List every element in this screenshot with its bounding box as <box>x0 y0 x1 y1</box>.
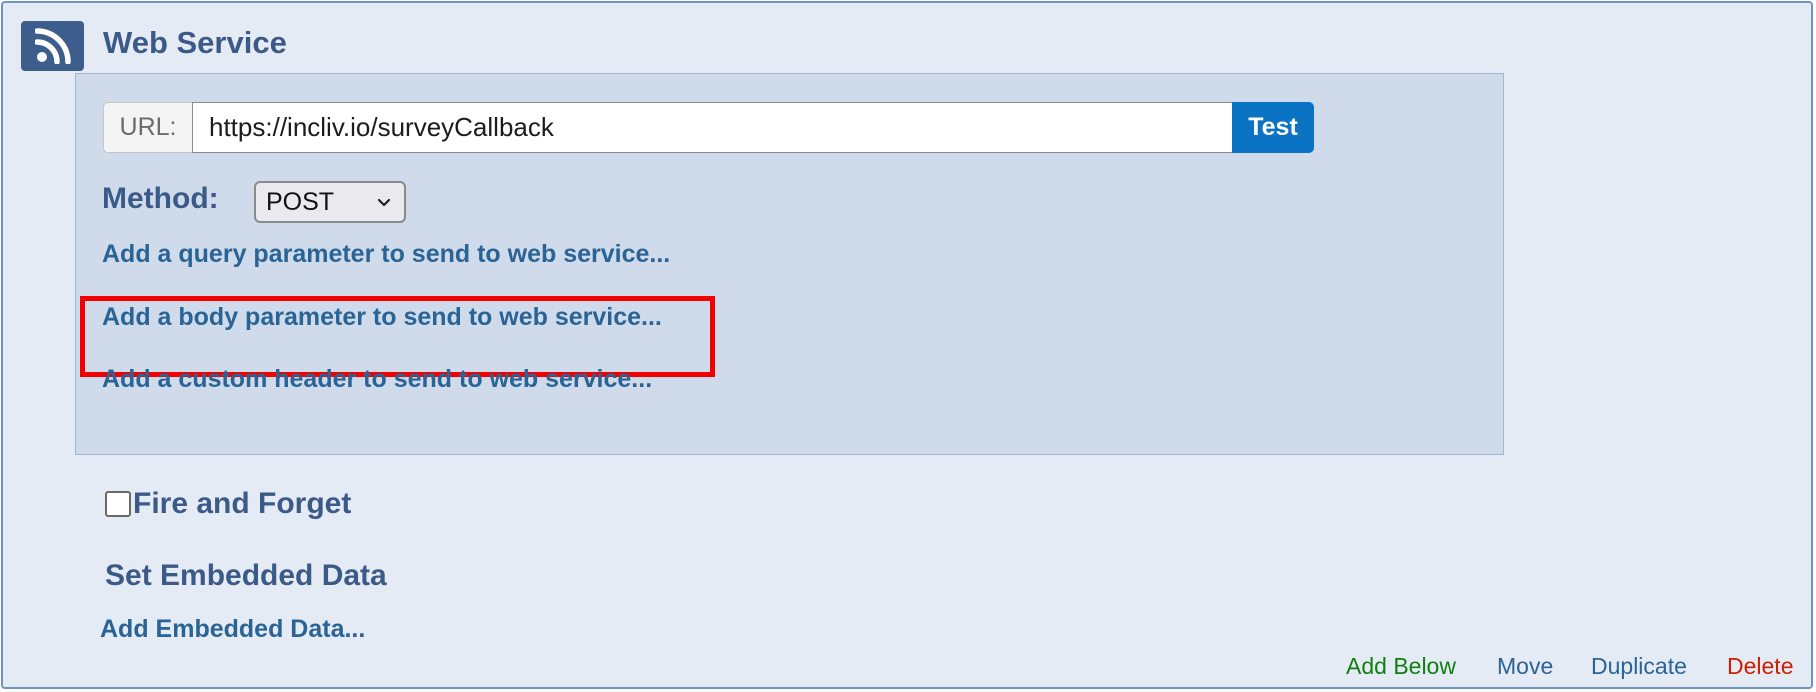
page-title: Web Service <box>103 25 287 60</box>
embedded-data-title: Set Embedded Data <box>105 559 387 592</box>
fire-and-forget-label[interactable]: Fire and Forget <box>133 487 351 521</box>
method-selected-value: POST <box>266 187 335 216</box>
fire-and-forget-checkbox[interactable] <box>105 491 131 517</box>
duplicate-link[interactable]: Duplicate <box>1591 653 1687 680</box>
add-body-parameter-link[interactable]: Add a body parameter to send to web serv… <box>102 303 662 332</box>
chevron-down-icon <box>377 198 391 207</box>
method-select[interactable]: POST <box>254 181 406 223</box>
web-service-settings-panel: URL: Test Method: POST Add a query param… <box>75 73 1504 455</box>
rss-icon <box>21 21 84 71</box>
move-link[interactable]: Move <box>1497 653 1553 680</box>
delete-link[interactable]: Delete <box>1727 653 1793 680</box>
add-below-link[interactable]: Add Below <box>1346 653 1456 680</box>
url-label: URL: <box>103 102 192 153</box>
url-input[interactable] <box>192 102 1232 153</box>
add-custom-header-link[interactable]: Add a custom header to send to web servi… <box>102 365 652 394</box>
add-embedded-data-link[interactable]: Add Embedded Data... <box>100 615 365 644</box>
web-service-card: Web Service URL: Test Method: POST Add a… <box>1 1 1813 689</box>
add-query-parameter-link[interactable]: Add a query parameter to send to web ser… <box>102 240 670 269</box>
test-button[interactable]: Test <box>1232 102 1314 153</box>
method-label: Method: <box>102 182 219 215</box>
